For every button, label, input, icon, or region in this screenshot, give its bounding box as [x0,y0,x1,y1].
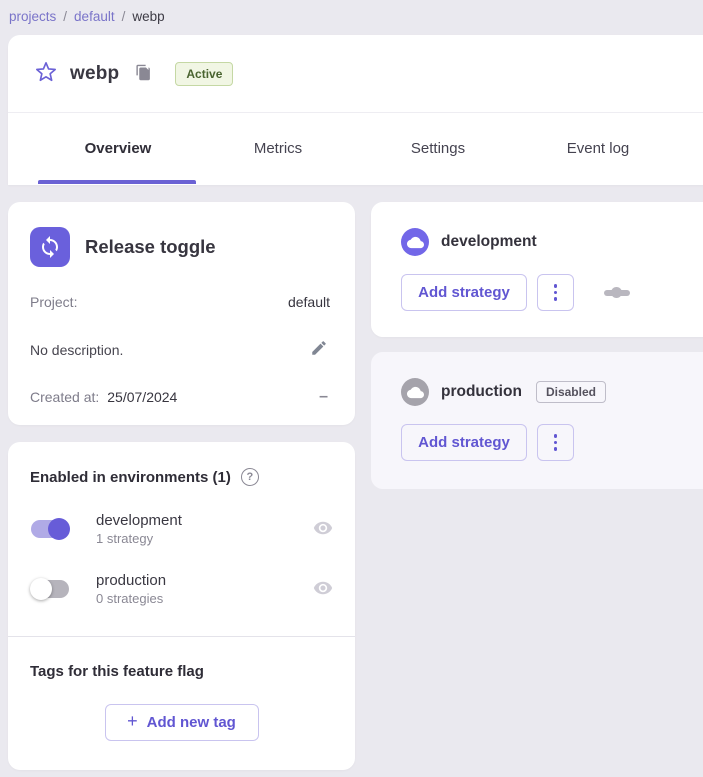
cloud-environment-icon [401,228,429,256]
environment-row-production: production 0 strategies [8,564,355,614]
dot [554,284,558,288]
environments-panel-title: Enabled in environments (1) [30,469,231,486]
breadcrumb-current: webp [132,9,164,24]
disabled-chip: Disabled [536,381,606,403]
eye-icon [313,526,333,541]
production-environment-card: production Disabled Add strategy [371,352,703,489]
release-toggle-header: Release toggle [30,227,330,267]
created-at-label: Created at: [30,389,99,405]
status-badge: Active [175,62,233,86]
project-value: default [288,294,330,310]
production-toggle[interactable] [30,578,70,600]
minus-icon: – [319,392,328,402]
breadcrumb: projects / default / webp [9,1,165,31]
dot [554,297,558,301]
collapse-button[interactable]: – [317,390,330,404]
created-at-value: 25/07/2024 [107,389,177,405]
environment-row-development: development 1 strategy [8,504,355,554]
tab-bar: Overview Metrics Settings Event log [8,113,703,184]
more-actions-button[interactable] [537,424,574,461]
development-toggle[interactable] [30,518,70,540]
visibility-button[interactable] [313,578,333,601]
page: projects / default / webp webp [0,0,703,777]
development-card-actions: Add strategy [401,274,703,311]
dot [554,441,558,445]
help-icon[interactable]: ? [241,468,259,486]
cloud-environment-icon [401,378,429,406]
environment-strategy-count: 0 strategies [96,591,313,606]
description-row: No description. [30,337,330,362]
breadcrumb-separator: / [63,9,67,24]
feature-header-card: webp Active Overview Metrics Settings Ev… [8,35,703,185]
description-text: No description. [30,342,123,358]
release-toggle-card: Release toggle Project: default No descr… [8,202,355,425]
tab-overview[interactable]: Overview [38,113,198,184]
breadcrumb-default[interactable]: default [74,9,115,24]
breadcrumb-projects[interactable]: projects [9,9,56,24]
favorite-button[interactable] [35,63,57,85]
breadcrumb-separator: / [122,9,126,24]
tab-event-log[interactable]: Event log [518,113,678,184]
production-card-header: production Disabled [401,378,703,406]
copy-icon [135,64,152,84]
feature-title-row: webp Active [8,35,703,113]
environments-panel-header: Enabled in environments (1) ? [8,442,355,488]
tags-title: Tags for this feature flag [30,663,333,680]
feature-type-title: Release toggle [85,236,216,258]
environment-card-name: production [441,383,522,401]
edit-description-button[interactable] [308,337,330,362]
toggle-thumb [48,518,70,540]
add-strategy-button[interactable]: Add strategy [401,424,527,461]
tags-section: Tags for this feature flag + Add new tag [8,637,355,741]
environments-panel: Enabled in environments (1) ? developmen… [8,442,355,770]
environment-card-name: development [441,233,537,251]
tab-metrics[interactable]: Metrics [198,113,358,184]
dot [554,434,558,438]
eye-icon [313,586,333,601]
environment-name: production [96,572,313,589]
environment-name: development [96,512,313,529]
visibility-button[interactable] [313,518,333,541]
release-toggle-icon [30,227,70,267]
loop-icon [38,235,62,259]
dot [554,291,558,295]
tab-settings[interactable]: Settings [358,113,518,184]
feature-flag-title: webp [70,63,119,85]
created-at-row: Created at: 25/07/2024 – [30,388,330,406]
add-new-tag-label: Add new tag [147,714,236,731]
add-new-tag-button[interactable]: + Add new tag [105,704,259,741]
pencil-icon [310,339,328,360]
production-card-actions: Add strategy [401,424,703,461]
dot [554,447,558,451]
plus-icon: + [127,711,138,732]
development-card-header: development [401,228,703,256]
environment-strategy-count: 1 strategy [96,531,313,546]
collapsed-toggle-icon[interactable] [604,290,630,296]
add-strategy-button[interactable]: Add strategy [401,274,527,311]
star-icon [35,61,57,86]
more-actions-button[interactable] [537,274,574,311]
project-row: Project: default [30,293,330,311]
development-environment-card: development Add strategy [371,202,703,337]
project-label: Project: [30,294,77,310]
toggle-thumb [30,578,52,600]
copy-name-button[interactable] [134,65,152,83]
